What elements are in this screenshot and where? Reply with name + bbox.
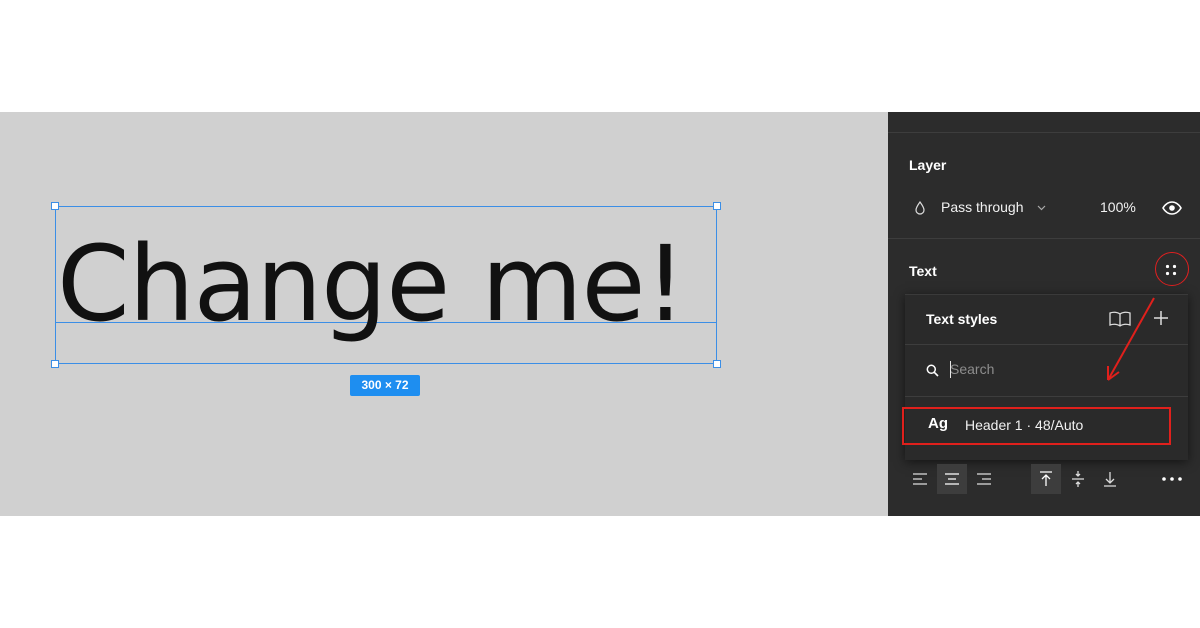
- properties-panel: Layer Pass through 100% Text Text styles: [888, 112, 1200, 516]
- text-style-item-header-1[interactable]: Ag Header 1 · 48/Auto: [902, 407, 1188, 445]
- align-middle-icon[interactable]: [1063, 464, 1093, 494]
- eye-icon[interactable]: [1161, 198, 1183, 218]
- blend-mode-dropdown[interactable]: Pass through: [941, 199, 1024, 215]
- align-top-icon[interactable]: [1031, 464, 1061, 494]
- drop-icon: [913, 200, 927, 216]
- layer-section-title: Layer: [909, 157, 947, 173]
- opacity-value[interactable]: 100%: [1100, 199, 1136, 215]
- plus-icon[interactable]: [1150, 307, 1172, 329]
- text-section-title: Text: [909, 263, 937, 279]
- divider: [888, 238, 1200, 239]
- resize-handle-bottom-left[interactable]: [51, 360, 59, 368]
- divider: [905, 396, 1188, 397]
- search-icon: [924, 362, 940, 378]
- align-center-icon[interactable]: [937, 464, 967, 494]
- resize-handle-top-right[interactable]: [713, 202, 721, 210]
- dimension-badge: 300 × 72: [350, 375, 420, 396]
- align-right-icon[interactable]: [969, 464, 999, 494]
- design-canvas[interactable]: Change me! 300 × 72: [0, 112, 888, 516]
- more-icon[interactable]: [1157, 464, 1187, 494]
- text-layer[interactable]: Change me!: [57, 224, 686, 344]
- popover-title: Text styles: [926, 311, 998, 327]
- annotation-circle: [1155, 252, 1189, 286]
- align-left-icon[interactable]: [905, 464, 935, 494]
- divider: [905, 344, 1188, 345]
- book-icon[interactable]: [1107, 308, 1133, 330]
- divider: [888, 132, 1200, 133]
- screenshot: Change me! 300 × 72 Layer Pass through 1…: [0, 112, 1200, 516]
- align-bottom-icon[interactable]: [1095, 464, 1125, 494]
- text-styles-popover: Text styles Search Ag Header 1 · 48/Auto: [902, 294, 1188, 460]
- chevron-down-icon[interactable]: [1035, 200, 1047, 216]
- resize-handle-top-left[interactable]: [51, 202, 59, 210]
- annotation-box: [902, 407, 1171, 445]
- search-input[interactable]: Search: [950, 361, 994, 377]
- text-caret: [950, 361, 951, 378]
- resize-handle-bottom-right[interactable]: [713, 360, 721, 368]
